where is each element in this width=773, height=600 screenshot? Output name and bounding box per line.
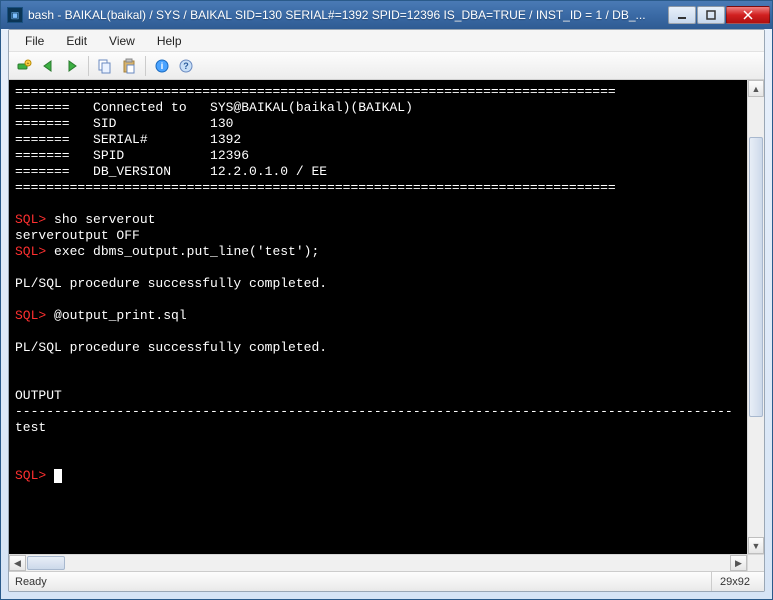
client-area: File Edit View Help + i	[8, 29, 765, 592]
sql-prompt: SQL>	[15, 244, 46, 259]
connected-line: ======= Connected to SYS@BAIKAL(baikal)(…	[15, 100, 413, 115]
plug-add-icon: +	[16, 58, 32, 74]
scroll-up-button[interactable]: ▲	[748, 80, 764, 97]
arrow-right-icon	[65, 59, 79, 73]
plsql-success: PL/SQL procedure successfully completed.	[15, 340, 327, 355]
vertical-scrollbar[interactable]: ▲ ▼	[747, 80, 764, 554]
app-window: ▣ bash - BAIKAL(baikal) / SYS / BAIKAL S…	[0, 0, 773, 600]
cmd-output-print: @output_print.sql	[46, 308, 186, 323]
output-dashline: ----------------------------------------…	[15, 404, 733, 419]
arrow-left-icon	[41, 59, 55, 73]
cmd-sho-serverout: sho serverout	[46, 212, 155, 227]
output-serverout: serveroutput OFF	[15, 228, 140, 243]
copy-icon	[97, 58, 113, 74]
info-button[interactable]: i	[151, 55, 173, 77]
close-icon	[743, 10, 753, 20]
menu-file[interactable]: File	[15, 32, 54, 50]
sql-prompt: SQL>	[15, 468, 46, 483]
status-ready: Ready	[15, 576, 47, 588]
terminal[interactable]: ========================================…	[9, 80, 747, 554]
menubar: File Edit View Help	[9, 30, 764, 52]
menu-view[interactable]: View	[99, 32, 145, 50]
cmd-exec-putline: exec dbms_output.put_line('test');	[46, 244, 319, 259]
paste-button[interactable]	[118, 55, 140, 77]
statusbar: Ready 29x92	[9, 571, 764, 591]
prev-button[interactable]	[37, 55, 59, 77]
sql-prompt: SQL>	[15, 212, 46, 227]
titlebar[interactable]: ▣ bash - BAIKAL(baikal) / SYS / BAIKAL S…	[1, 1, 772, 29]
toolbar-separator	[88, 56, 89, 76]
scroll-left-button[interactable]: ◀	[9, 555, 26, 571]
toolbar-separator	[145, 56, 146, 76]
minimize-icon	[677, 10, 687, 20]
new-connection-button[interactable]: +	[13, 55, 35, 77]
rule-line: ========================================…	[15, 84, 616, 99]
scroll-thumb[interactable]	[749, 137, 763, 417]
svg-text:?: ?	[183, 61, 189, 71]
window-title: bash - BAIKAL(baikal) / SYS / BAIKAL SID…	[28, 8, 667, 22]
info-icon: i	[154, 58, 170, 74]
cursor	[54, 469, 62, 483]
menu-help[interactable]: Help	[147, 32, 192, 50]
svg-text:i: i	[161, 61, 164, 71]
toolbar: + i ?	[9, 52, 764, 80]
rule-line: ========================================…	[15, 180, 616, 195]
scroll-thumb[interactable]	[27, 556, 65, 570]
sql-prompt: SQL>	[15, 308, 46, 323]
copy-button[interactable]	[94, 55, 116, 77]
plsql-success: PL/SQL procedure successfully completed.	[15, 276, 327, 291]
output-header: OUTPUT	[15, 388, 62, 403]
scroll-corner	[747, 554, 764, 571]
app-icon: ▣	[7, 7, 23, 23]
minimize-button[interactable]	[668, 6, 696, 24]
output-value: test	[15, 420, 46, 435]
dbversion-line: ======= DB_VERSION 12.2.0.1.0 / EE	[15, 164, 327, 179]
help-icon: ?	[178, 58, 194, 74]
maximize-button[interactable]	[697, 6, 725, 24]
menu-edit[interactable]: Edit	[56, 32, 97, 50]
status-dimensions: 29x92	[711, 572, 758, 591]
help-button[interactable]: ?	[175, 55, 197, 77]
sid-line: ======= SID 130	[15, 116, 233, 131]
paste-icon	[121, 58, 137, 74]
close-button[interactable]	[726, 6, 770, 24]
scroll-down-button[interactable]: ▼	[748, 537, 764, 554]
next-button[interactable]	[61, 55, 83, 77]
horizontal-scrollbar[interactable]: ◀ ▶	[9, 554, 747, 571]
spid-line: ======= SPID 12396	[15, 148, 249, 163]
serial-line: ======= SERIAL# 1392	[15, 132, 241, 147]
scroll-track[interactable]	[748, 97, 764, 537]
scroll-right-button[interactable]: ▶	[730, 555, 747, 571]
svg-text:+: +	[27, 61, 30, 67]
maximize-icon	[706, 10, 716, 20]
terminal-container: ========================================…	[9, 80, 764, 571]
